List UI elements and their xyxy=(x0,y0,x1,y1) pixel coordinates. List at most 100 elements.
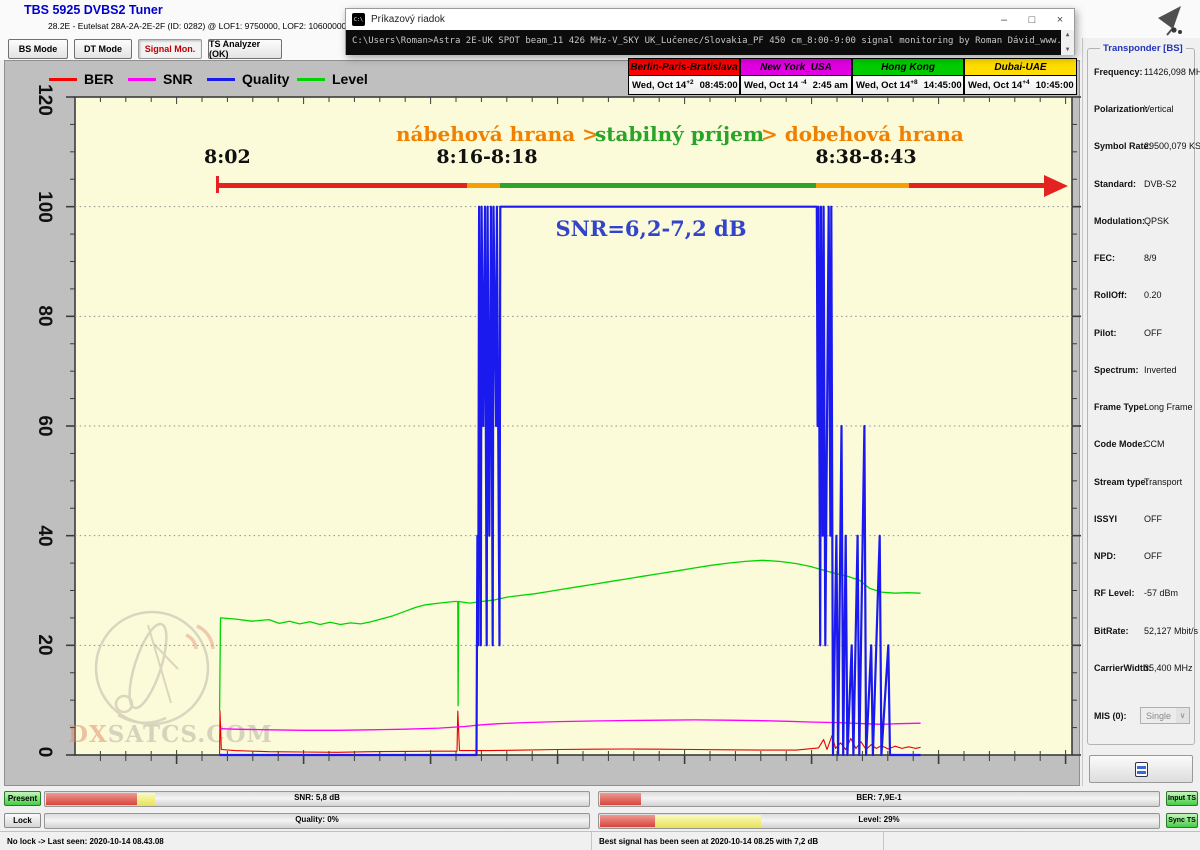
svg-text:DXSATCS.COM: DXSATCS.COM xyxy=(68,721,273,748)
field-polarization: Polarization:Vertical xyxy=(1088,104,1196,116)
clock-dubai: Dubai-UAE Wed, Oct 14 +4 10:45:00 xyxy=(964,58,1077,95)
command-prompt-window: C:\ Príkazový riadok – □ × C:\Users\Roma… xyxy=(345,8,1075,55)
falling-edge-label: > dobehová hrana xyxy=(761,122,941,146)
tab-signal-mon[interactable]: Signal Mon. xyxy=(138,39,202,59)
snr-note-label: SNR=6,2-7,2 dB xyxy=(551,216,751,241)
field-symbol-rate: Symbol Rate:29500,079 KS/s xyxy=(1088,141,1196,153)
clock-time-row: Wed, Oct 14 +4 10:45:00 xyxy=(965,76,1076,94)
tab-label: DT Mode xyxy=(84,44,122,54)
status-best-signal-segment: Best signal has been seen at 2020-10-14 … xyxy=(592,832,884,850)
snr-bar-text: SNR: 5,8 dB xyxy=(45,793,589,802)
cmd-scrollbar[interactable]: ▲ ▼ xyxy=(1061,30,1074,55)
legend-label: Level xyxy=(332,71,368,87)
sync-ts-button[interactable]: Sync TS xyxy=(1166,813,1198,828)
y-tick-0: 0 xyxy=(24,732,64,772)
clock-new-york: New York_USA Wed, Oct 14 -4 2:45 am xyxy=(740,58,852,95)
groupbox-title: Transponder [BS] xyxy=(1100,43,1186,54)
status-best-signal-text: Best signal has been seen at 2020-10-14 … xyxy=(592,837,818,846)
stream-list-button[interactable] xyxy=(1089,755,1193,783)
lock-indicator[interactable]: Lock xyxy=(4,813,41,828)
scroll-down-icon[interactable]: ▼ xyxy=(1066,45,1070,55)
clock-city-label: Berlin-Paris-Bratislava xyxy=(629,59,739,76)
legend-label: BER xyxy=(84,71,114,87)
tab-bs-mode[interactable]: BS Mode xyxy=(8,39,68,59)
clock-time: 14:45:00 xyxy=(924,80,962,91)
cmd-titlebar[interactable]: C:\ Príkazový riadok – □ × xyxy=(346,9,1074,30)
field-frequency: Frequency:11426,098 MHz xyxy=(1088,67,1196,79)
clock-city-label: New York_USA xyxy=(741,59,851,76)
stream-list-icon xyxy=(1135,762,1148,777)
clock-date: Wed, Oct 14 xyxy=(632,80,686,91)
ber-bar-text: BER: 7,9E-1 xyxy=(599,793,1159,802)
clock-date: Wed, Oct 14 xyxy=(744,80,798,91)
arrow-red-segment-2 xyxy=(909,183,1044,188)
input-ts-button[interactable]: Input TS xyxy=(1166,791,1198,806)
legend-label: Quality xyxy=(242,71,289,87)
legend-item-quality: Quality xyxy=(207,71,289,87)
status-bar: No lock -> Last seen: 2020-10-14 08.43.0… xyxy=(0,831,1200,850)
tab-dt-mode[interactable]: DT Mode xyxy=(74,39,132,59)
maximize-icon[interactable]: □ xyxy=(1018,9,1046,30)
snr-bar: SNR: 5,8 dB xyxy=(44,791,590,807)
clock-utc-offset: +4 xyxy=(1022,79,1029,86)
field-bitrate: BitRate:52,127 Mbit/s xyxy=(1088,626,1196,638)
present-indicator[interactable]: Present xyxy=(4,791,41,806)
tab-label: Signal Mon. xyxy=(145,44,196,54)
status-lock-text: No lock -> Last seen: 2020-10-14 08.43.0… xyxy=(0,837,164,846)
cmd-command-line: C:\Users\Roman>Astra 2E-UK SPOT beam_11 … xyxy=(352,36,1074,46)
status-lock-segment: No lock -> Last seen: 2020-10-14 08.43.0… xyxy=(0,832,592,850)
field-stream-type: Stream type:Transport xyxy=(1088,477,1196,489)
time-fall-label: 8:38-8:43 xyxy=(811,146,921,168)
tab-label: TS Analyzer (OK) xyxy=(209,39,281,59)
mis-dropdown[interactable]: Single ∨ xyxy=(1140,707,1190,724)
quality-bar: Quality: 0% xyxy=(44,813,590,829)
clock-city-label: Hong Kong xyxy=(853,59,963,76)
status-empty-segment xyxy=(884,832,1200,850)
arrow-red-segment-1 xyxy=(218,183,467,188)
field-mis: MIS (0): Single ∨ xyxy=(1088,711,1196,723)
y-tick-40: 40 xyxy=(24,516,64,556)
scroll-up-icon[interactable]: ▲ xyxy=(1066,30,1070,40)
clock-time-row: Wed, Oct 14 +8 14:45:00 xyxy=(853,76,963,94)
clock-utc-offset: +8 xyxy=(910,79,917,86)
transponder-groupbox: Transponder [BS] Frequency:11426,098 MHz… xyxy=(1087,48,1195,745)
field-fec: FEC:8/9 xyxy=(1088,253,1196,265)
quality-line-swatch xyxy=(207,78,235,81)
field-rolloff: RollOff:0.20 xyxy=(1088,290,1196,302)
mis-value: Single xyxy=(1146,711,1171,721)
cmd-output: C:\Users\Roman>Astra 2E-UK SPOT beam_11 … xyxy=(346,30,1074,55)
close-icon[interactable]: × xyxy=(1046,9,1074,30)
tab-label: BS Mode xyxy=(19,44,58,54)
field-issyi: ISSYIOFF xyxy=(1088,514,1196,526)
app-window: TBS 5925 DVBS2 Tuner 28.2E - Eutelsat 28… xyxy=(0,0,1200,850)
arrow-head xyxy=(1044,175,1068,197)
ber-bar: BER: 7,9E-1 xyxy=(598,791,1160,807)
rising-edge-label: nábehová hrana > xyxy=(396,122,596,146)
clock-utc-offset: +2 xyxy=(686,79,693,86)
snr-line-swatch xyxy=(128,78,156,81)
field-rf-level: RF Level:-57 dBm xyxy=(1088,588,1196,600)
chevron-down-icon: ∨ xyxy=(1176,708,1189,723)
y-tick-20: 20 xyxy=(24,625,64,665)
field-standard: Standard:DVB-S2 xyxy=(1088,179,1196,191)
time-rise-label: 8:16-8:18 xyxy=(432,146,542,168)
arrow-green-segment xyxy=(500,183,816,188)
minimize-icon[interactable]: – xyxy=(990,9,1018,30)
clock-time-row: Wed, Oct 14 +2 08:45:00 xyxy=(629,76,739,94)
level-line-swatch xyxy=(297,78,325,81)
field-npd: NPD:OFF xyxy=(1088,551,1196,563)
stable-reception-label: stabilný príjem xyxy=(595,122,755,146)
y-tick-100: 100 xyxy=(24,187,64,227)
tab-ts-analyzer[interactable]: TS Analyzer (OK) xyxy=(208,39,282,59)
clock-time: 2:45 am xyxy=(813,80,848,91)
clock-utc-offset: -4 xyxy=(801,79,807,86)
field-carrier-width: CarrierWidth:35,400 MHz xyxy=(1088,663,1196,675)
cmd-title: Príkazový riadok xyxy=(371,14,445,25)
level-bar: Level: 29% xyxy=(598,813,1160,829)
quality-bar-text: Quality: 0% xyxy=(45,815,589,824)
clock-date: Wed, Oct 14 xyxy=(968,80,1022,91)
time-start-label: 8:02 xyxy=(204,146,248,168)
field-modulation: Modulation:QPSK xyxy=(1088,216,1196,228)
legend-item-level: Level xyxy=(297,71,368,87)
clock-city-label: Dubai-UAE xyxy=(965,59,1076,76)
